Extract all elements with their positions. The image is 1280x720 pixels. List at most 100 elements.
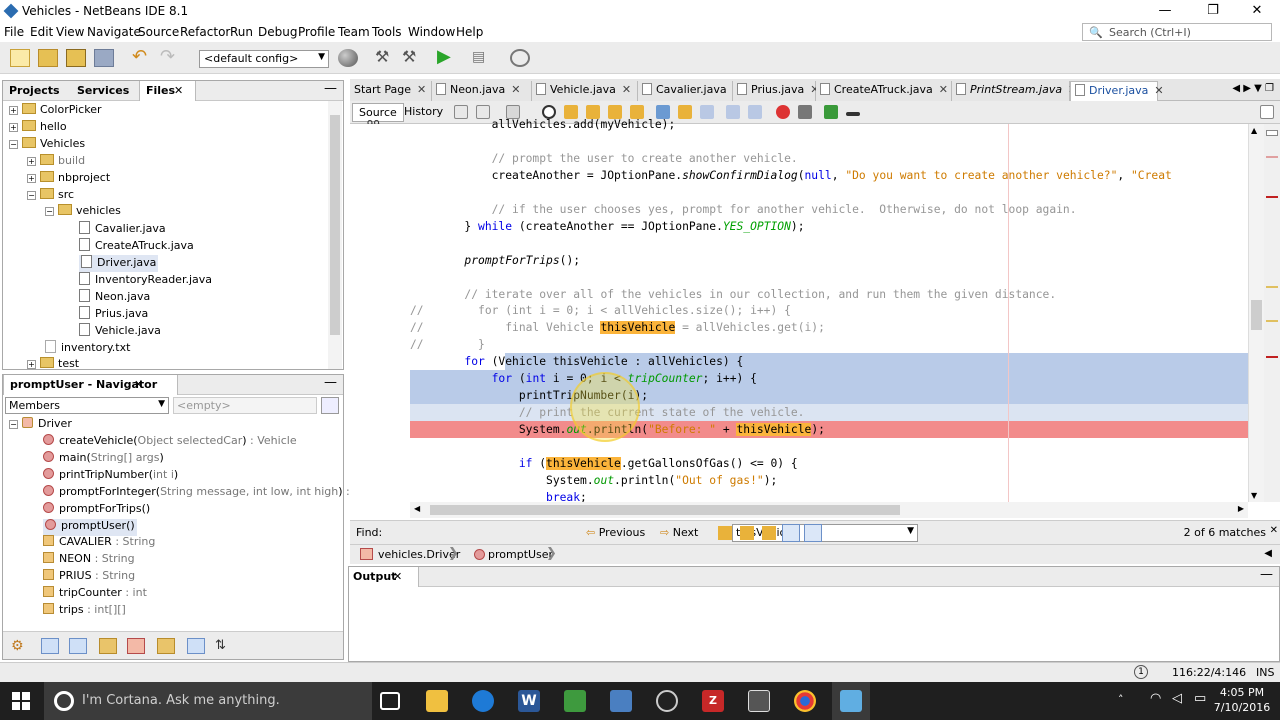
expand-icon[interactable]: − [9,139,18,149]
close-icon[interactable]: ✕ [1154,84,1163,97]
show-fqn-icon[interactable] [157,638,175,654]
edge-icon[interactable] [472,690,494,712]
editor-tab[interactable]: PrintStream.java✕ [952,81,1077,101]
find-previous-button[interactable]: ⇦ Previous [582,524,649,542]
windows-start-icon[interactable] [12,692,30,710]
obs-icon[interactable] [656,690,678,712]
editor-tab[interactable]: Driver.java ✕ [1070,81,1164,101]
navigator-member[interactable]: trips : int[][] [43,603,126,620]
task-view-icon[interactable] [380,692,400,710]
tree-item-vehicles[interactable]: − Vehicles [9,136,85,154]
chrome-icon[interactable] [794,690,816,712]
clock[interactable]: 4:05 PM 7/10/2016 [1212,685,1272,715]
chevron-up-icon[interactable]: ˄ [1118,693,1124,706]
tree-item-vehicle-java[interactable]: Vehicle.java [79,322,161,340]
close-icon[interactable]: ✕ [134,378,143,391]
whole-words-icon[interactable] [740,526,754,540]
menu-view[interactable]: View [56,25,84,39]
tab-overflow-controls[interactable]: ◀ ▶ ▼ ❐ [1232,83,1274,94]
scroll-right-icon[interactable]: ▶ [1238,504,1244,513]
close-icon[interactable]: ✕ [622,83,631,96]
scrollbar[interactable] [328,101,342,369]
undo-icon[interactable]: ↶ [132,48,152,67]
file-explorer-icon[interactable] [426,690,448,712]
tree-item-createatruck-java[interactable]: CreateATruck.java [79,238,194,255]
shift-left-icon[interactable] [726,105,740,119]
menu-debug[interactable]: Debug [258,25,297,39]
notepad-plus-icon[interactable] [564,690,586,712]
redo-icon[interactable]: ↷ [160,48,180,67]
expand-icon[interactable]: − [27,190,36,200]
close-icon[interactable]: ✕ [393,570,402,583]
tree-item-inventory-txt[interactable]: inventory.txt [45,339,130,357]
find-input[interactable]: thisVehicle ▼ [732,524,918,542]
menu-run[interactable]: Run [230,25,253,39]
filter-select[interactable]: <empty> [173,397,317,414]
run-icon[interactable]: ▶ [437,48,457,67]
save-all-icon[interactable] [94,49,114,67]
tree-item-cavalier-java[interactable]: Cavalier.java [79,221,166,238]
wifi-icon[interactable]: ◠ [1150,691,1161,706]
menu-refactor[interactable]: Refactor [180,25,230,39]
navigator-member[interactable]: main(String[] args) [43,450,164,468]
clean-build-icon[interactable]: ⚒ [402,49,422,67]
tab-files[interactable]: Files [139,81,197,101]
minimize-button[interactable]: — [1142,0,1188,22]
debug-icon[interactable]: ▤ [472,49,492,67]
tree-item-colorpicker[interactable]: + ColorPicker [9,103,101,120]
comment-icon[interactable] [824,105,838,119]
ide-search-input[interactable]: 🔍 Search (Ctrl+I) [1082,23,1272,41]
menu-window[interactable]: Window [408,25,455,39]
tree-item-vehicles[interactable]: − vehicles [45,204,121,221]
minimize-panel-icon[interactable]: — [1260,567,1273,582]
scroll-left-icon[interactable]: ◀ [414,504,420,513]
tab-services[interactable]: Services [71,81,135,101]
navigator-member[interactable]: createVehicle(Object selectedCar) : Vehi… [43,434,297,451]
tab-projects[interactable]: Projects [3,81,66,101]
maximize-button[interactable]: ❐ [1190,0,1236,22]
volume-icon[interactable]: ◁ [1172,691,1182,706]
members-select[interactable]: Members ▼ [5,397,169,414]
hscroll-thumb[interactable] [430,505,900,515]
tree-item-inventoryreader-java[interactable]: InventoryReader.java [79,272,212,289]
menu-team[interactable]: Team [338,25,370,39]
tree-item-neon-java[interactable]: Neon.java [79,288,150,306]
expand-icon[interactable]: − [45,207,54,217]
breadcrumb-toggle-icon[interactable]: ◀ [1264,548,1272,559]
tree-item-prius-java[interactable]: Prius.java [79,305,148,323]
uncomment-icon[interactable] [846,112,860,116]
tab-navigator[interactable]: promptUser - Navigator [3,375,179,395]
scroll-down-icon[interactable]: ▼ [1251,491,1257,500]
config-select[interactable]: <default config> ▼ [199,50,329,68]
filter-static-icon[interactable] [41,638,59,654]
highlight-results-icon[interactable] [782,524,800,542]
expand-icon[interactable]: + [27,359,36,369]
menu-edit[interactable]: Edit [30,25,53,39]
close-icon[interactable]: ✕ [174,84,183,97]
next-bookmark-icon[interactable] [678,105,692,119]
navigator-member[interactable]: promptUser() [43,518,137,536]
regex-icon[interactable] [762,526,776,540]
editor-tab[interactable]: Vehicle.java ✕ [532,81,638,101]
navigator-member[interactable]: promptForInteger(String message, int low… [43,484,368,502]
navigator-member[interactable]: tripCounter : int [43,586,147,603]
menu-help[interactable]: Help [456,25,483,39]
close-button[interactable]: ✕ [1234,0,1280,22]
scroll-thumb[interactable] [1251,300,1262,330]
tree-item-test[interactable]: + test [27,356,79,374]
close-icon[interactable]: ✕ [1270,525,1278,536]
editor-tab[interactable]: CreateATruck.java ✕ [816,81,952,101]
menu-source[interactable]: Source [138,25,179,39]
filter-nonpublic-icon[interactable] [69,638,87,654]
open-project-icon[interactable] [66,49,86,67]
keyboard-icon[interactable]: ▭ [1194,691,1206,706]
minimize-panel-icon[interactable]: — [324,375,337,390]
filter-members-icon[interactable] [127,638,145,654]
word-icon[interactable]: W [518,690,540,712]
close-icon[interactable]: ✕ [511,83,520,96]
sort-by-name-icon[interactable]: ⇅ [215,638,233,654]
start-macro-icon[interactable] [776,105,790,119]
filezilla-icon[interactable]: Z [702,690,724,712]
filter-inherited-icon[interactable] [99,638,117,654]
close-icon[interactable]: ✕ [417,83,426,96]
